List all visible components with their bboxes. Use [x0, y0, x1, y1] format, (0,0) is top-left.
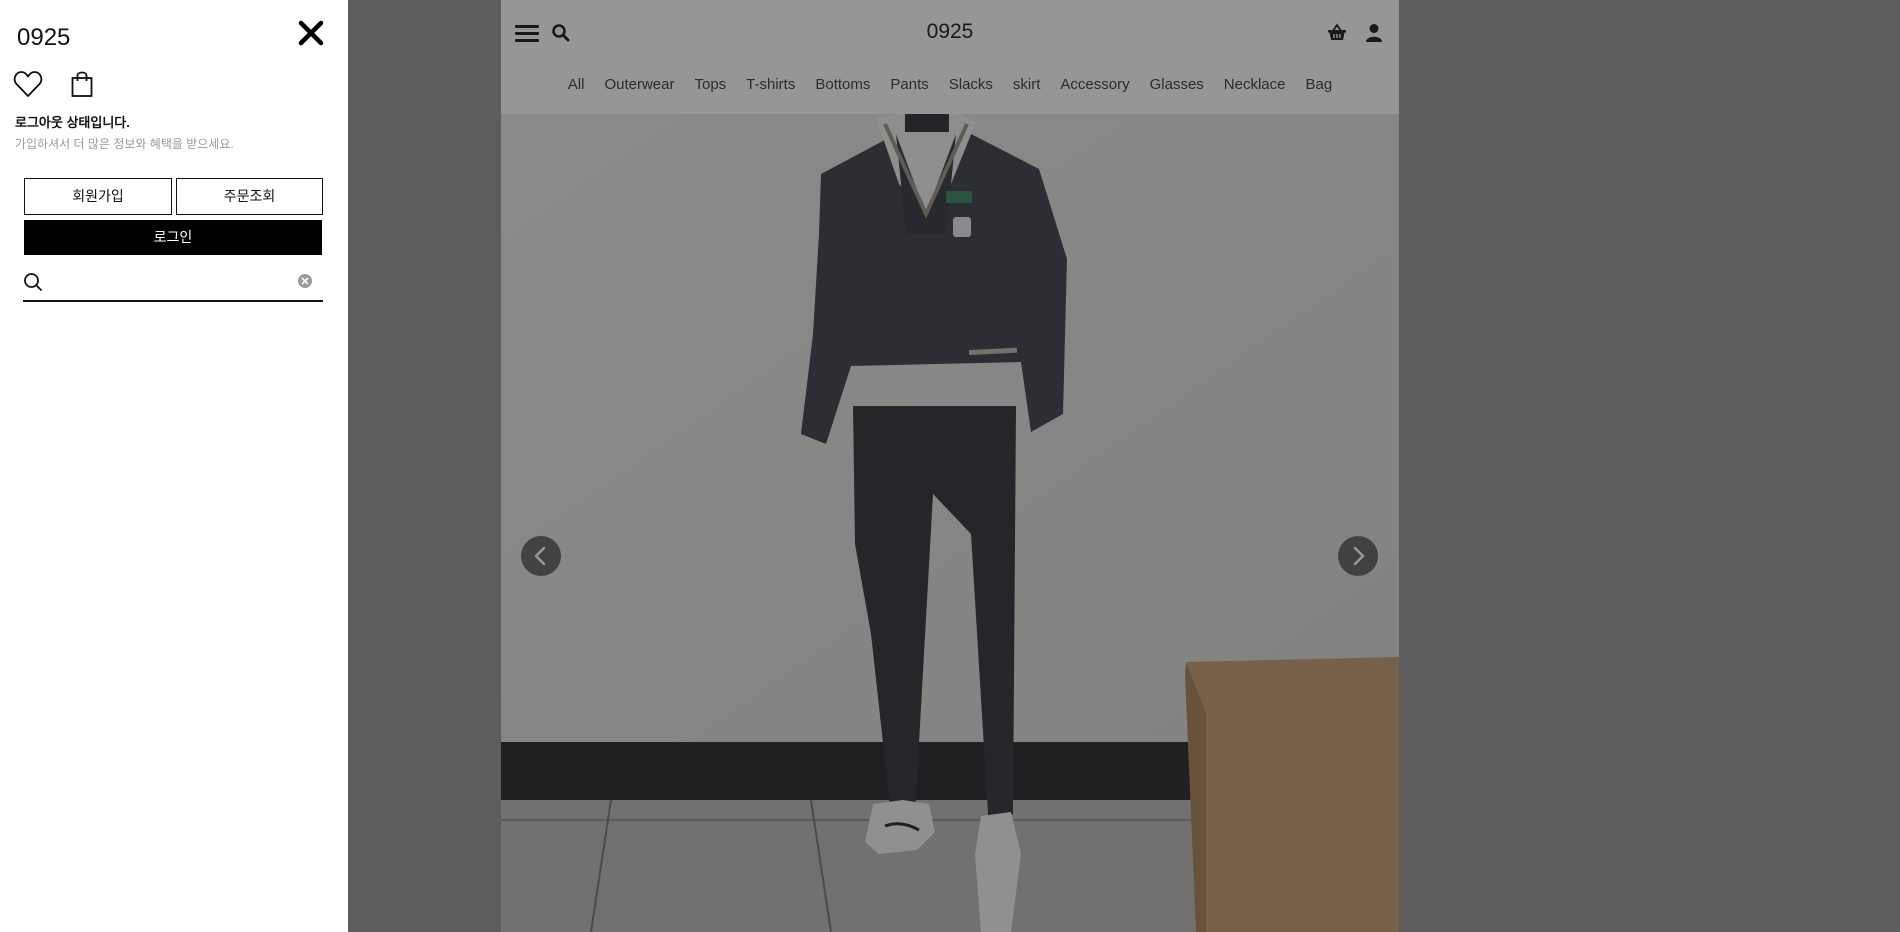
side-drawer: 0925 로그아웃 상태입니다. 가입하셔서 더 많은 정보와 혜택을 받으세요… [0, 0, 348, 932]
login-status-title: 로그아웃 상태입니다. [15, 115, 130, 130]
heart-icon[interactable] [13, 70, 43, 98]
drawer-title: 0925 [17, 24, 71, 51]
search-input[interactable] [51, 270, 295, 298]
login-button[interactable]: 로그인 [24, 220, 322, 255]
search-icon [23, 272, 43, 292]
close-icon[interactable] [298, 20, 324, 46]
join-button[interactable]: 회원가입 [24, 178, 172, 215]
drawer-search [23, 268, 323, 302]
shopping-bag-icon[interactable] [71, 70, 93, 98]
login-status-subtitle: 가입하셔서 더 많은 정보와 혜택을 받으세요. [15, 137, 234, 151]
clear-icon[interactable] [297, 273, 313, 289]
order-lookup-button[interactable]: 주문조회 [176, 178, 323, 215]
